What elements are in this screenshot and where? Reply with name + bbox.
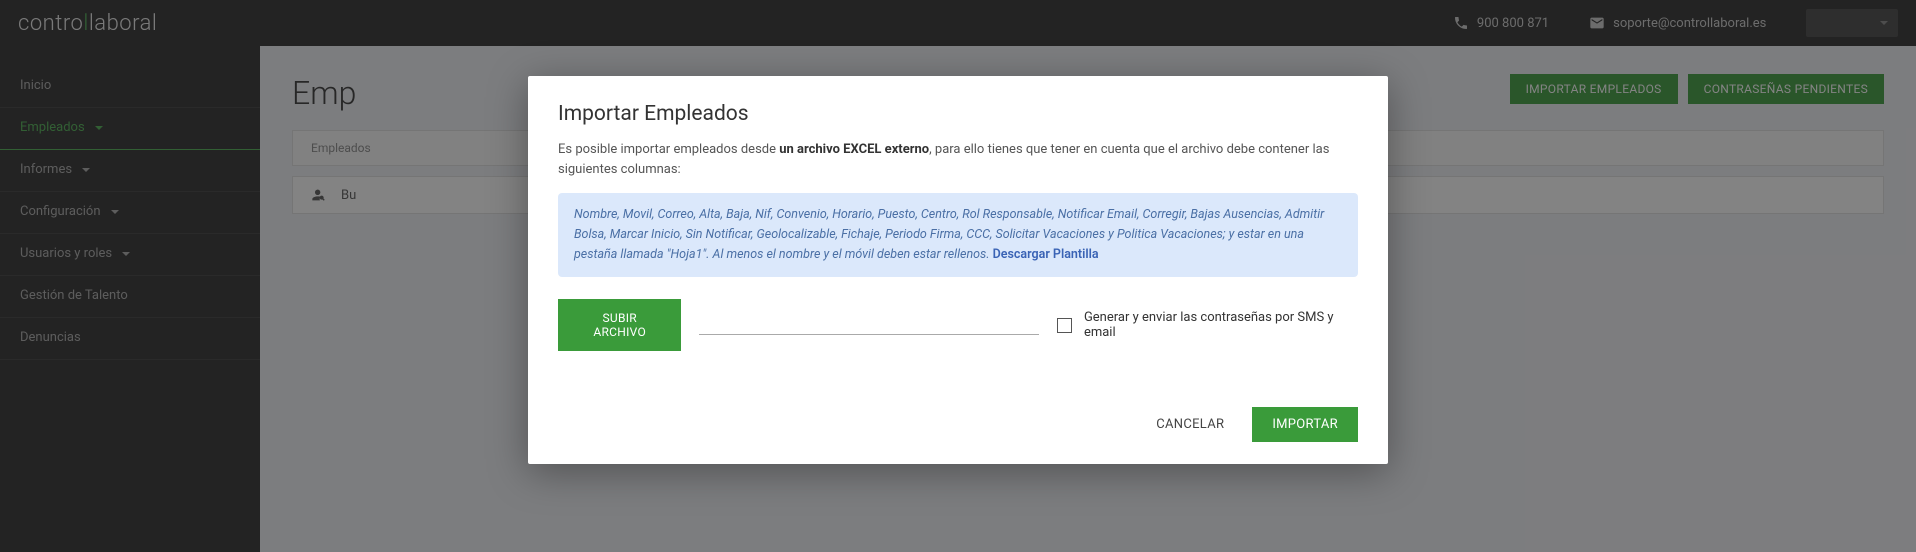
modal-description: Es posible importar empleados desde un a… xyxy=(558,140,1358,179)
import-modal: Importar Empleados Es posible importar e… xyxy=(528,76,1388,464)
modal-title: Importar Empleados xyxy=(558,102,1358,126)
info-text: Nombre, Movil, Correo, Alta, Baja, Nif, … xyxy=(574,207,1324,262)
generate-passwords-checkbox[interactable] xyxy=(1057,318,1072,333)
upload-file-button[interactable]: SUBIR ARCHIVO xyxy=(558,299,681,351)
desc-bold: un archivo EXCEL externo xyxy=(779,142,929,157)
desc-pre: Es posible importar empleados desde xyxy=(558,142,779,157)
modal-overlay[interactable]: Importar Empleados Es posible importar e… xyxy=(0,0,1916,552)
download-template-link[interactable]: Descargar Plantilla xyxy=(993,247,1099,262)
cancel-button[interactable]: CANCELAR xyxy=(1142,407,1238,442)
checkbox-label: Generar y enviar las contraseñas por SMS… xyxy=(1084,310,1358,340)
file-input[interactable] xyxy=(699,315,1039,335)
import-button[interactable]: IMPORTAR xyxy=(1252,407,1358,442)
info-box: Nombre, Movil, Correo, Alta, Baja, Nif, … xyxy=(558,193,1358,277)
